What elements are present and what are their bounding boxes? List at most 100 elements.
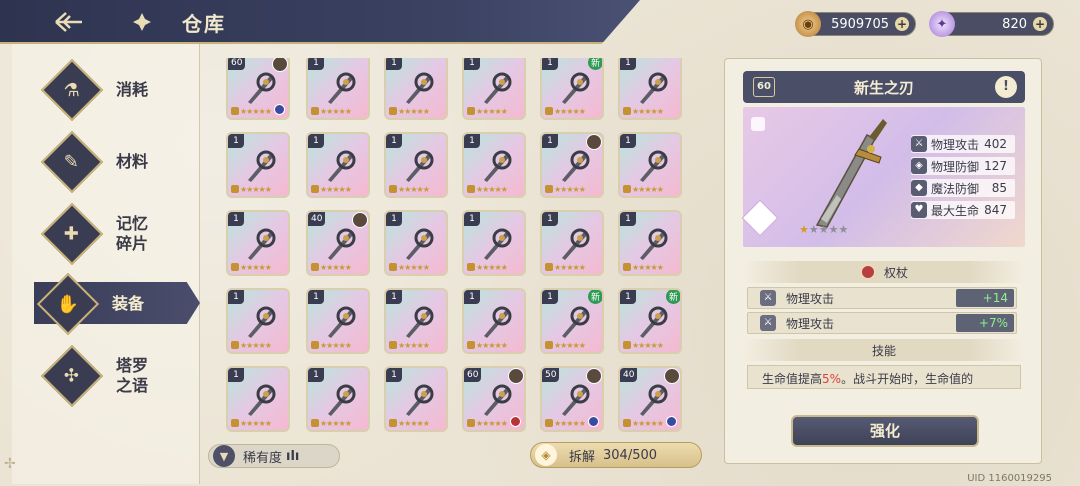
equipment-slot[interactable]: 1 ★★★★★ [226,366,290,432]
skill-description[interactable]: 生命值提高5%。战斗开始时，生命值的 [747,365,1021,389]
equipment-slot[interactable]: 1 ★★★★★ [306,58,370,120]
item-level: 1 [386,368,402,382]
equipment-slot[interactable]: 1 ★★★★★ 新 [540,58,604,120]
equipment-slot[interactable]: 1 ★★★★★ [462,132,526,198]
rarity-stars: ★★★★★ [398,107,430,116]
rarity-stars: ★★★★★ [240,185,272,194]
equipment-slot[interactable]: 1 ★★★★★ [306,366,370,432]
rarity-stars: ★★★★★ [240,419,272,428]
equipment-slot[interactable]: 40 ★★★★★ [306,210,370,276]
equipment-slot[interactable]: 1 ★★★★★ [462,210,526,276]
equipment-slot[interactable]: 1 ★★★★★ [226,288,290,354]
enhance-button[interactable]: 强化 [791,415,979,447]
weapon-icon [242,226,278,262]
rarity-stars: ★★★★★ [476,185,508,194]
rarity-stars: ★★★★★ [554,263,586,272]
rarity-stars: ★★★★★ [240,263,272,272]
sword-icon: ⚔ [760,290,776,306]
tarot-icon: ✣ [40,344,104,408]
salvage-label: 拆解 [569,449,596,465]
item-level: 1 [464,212,480,226]
item-level: 1 [386,134,402,148]
equipped-character-avatar [586,368,602,384]
add-gold-button[interactable]: + [895,17,909,31]
equipment-icon: ✋ [36,272,100,336]
rarity-stars: ★★★★★ [240,107,272,116]
rarity-stars: ★★★★★ [476,419,508,428]
rarity-sort-button[interactable]: ▼ 稀有度 ılı [208,444,340,468]
equipment-slot[interactable]: 60 ★★★★★ [226,58,290,120]
magic-shield-icon: ◆ [911,180,927,196]
equipment-slot[interactable]: 1 ★★★★★ [226,132,290,198]
rarity-stars: ★★★★★ [476,263,508,272]
sidebar-item-consumables[interactable]: ⚗ 消耗 [40,58,200,122]
equipment-slot[interactable]: 1 ★★★★★ [384,58,448,120]
back-arrow-icon[interactable] [52,6,86,38]
lock-icon [231,185,239,193]
weapon-icon [634,226,670,262]
item-detail-panel: 60 新生之刃 ! ★★★★★ ⚔ 物理攻击 402 ◈ 物理防御 127 ◆ … [724,58,1042,464]
home-icon[interactable] [130,10,154,34]
rarity-stars: ★★★★★ [632,263,664,272]
weapon-icon [400,70,436,106]
equipment-slot[interactable]: 60 ★★★★★ [462,366,526,432]
add-gem-button[interactable]: + [1033,17,1047,31]
equipment-slot[interactable]: 1 ★★★★★ [306,288,370,354]
category-sidebar: ⚗ 消耗 ✎ 材料 ✚ 记忆碎片 ✋ 装备 ✣ 塔罗之语 [12,44,200,484]
rarity-star-icon[interactable] [741,199,779,237]
sort-bars-icon: ılı [286,448,300,464]
equipment-slot[interactable]: 1 ★★★★★ [384,132,448,198]
item-level: 1 [386,212,402,226]
equipment-slot[interactable]: 1 ★★★★★ [540,132,604,198]
salvage-button[interactable]: ◈ 拆解 304/500 [530,442,702,468]
equipment-slot[interactable]: 50 ★★★★★ [540,366,604,432]
equipment-slot[interactable]: 1 ★★★★★ 新 [618,288,682,354]
item-level: 40 [620,368,638,382]
lock-icon[interactable] [751,117,765,131]
equipment-slot[interactable]: 1 ★★★★★ [462,58,526,120]
sub-stat-row: ⚔ 物理攻击 +14 [747,287,1017,309]
rarity-stars: ★★★★★ [554,107,586,116]
equipment-slot[interactable]: 1 ★★★★★ [384,288,448,354]
sidebar-item-tarot[interactable]: ✣ 塔罗之语 [40,344,200,408]
item-level: 1 [228,134,244,148]
rarity-stars: ★★★★★ [554,341,586,350]
item-level: 1 [228,212,244,226]
equipment-slot[interactable]: 1 ★★★★★ [384,366,448,432]
stat-physical-defense: ◈ 物理防御 127 [911,157,1015,175]
lock-icon [311,107,319,115]
weapon-icon [400,304,436,340]
sidebar-item-equipment[interactable]: ✋ 装备 [34,272,200,336]
user-id: UID 1160019295 [967,473,1052,484]
gem-currency: ✦ 820 + [929,11,1054,37]
equipment-slot[interactable]: 1 ★★★★★ [306,132,370,198]
equipment-slot[interactable]: 1 ★★★★★ [540,210,604,276]
puzzle-icon: ✚ [40,202,104,266]
exclamation-icon[interactable]: ! [995,76,1017,98]
weapon-icon [242,382,278,418]
equipment-slot[interactable]: 1 ★★★★★ [384,210,448,276]
weapon-icon [556,382,592,418]
rarity-stars: ★★★★★ [240,341,272,350]
equipment-slot[interactable]: 1 ★★★★★ [618,210,682,276]
scepter-icon [859,264,876,280]
lock-icon [311,185,319,193]
equipment-slot[interactable]: 1 ★★★★★ 新 [540,288,604,354]
sidebar-item-memory-fragments[interactable]: ✚ 记忆碎片 [40,202,200,266]
lock-icon [545,341,553,349]
salvage-icon: ◈ [535,444,557,466]
rarity-stars: ★★★★★ [320,263,352,272]
lock-icon [231,107,239,115]
equipment-slot[interactable]: 1 ★★★★★ [226,210,290,276]
equipment-slot[interactable]: 40 ★★★★★ [618,366,682,432]
equipment-slot[interactable]: 1 ★★★★★ [618,132,682,198]
rarity-stars: ★★★★★ [632,107,664,116]
weapon-icon [400,148,436,184]
equipment-slot[interactable]: 1 ★★★★★ [618,58,682,120]
new-badge: 新 [665,290,680,304]
item-level: 60 [464,368,482,382]
sidebar-item-materials[interactable]: ✎ 材料 [40,130,200,194]
weapon-icon [322,382,358,418]
equipment-slot[interactable]: 1 ★★★★★ [462,288,526,354]
attribute-mark-icon [510,416,521,427]
